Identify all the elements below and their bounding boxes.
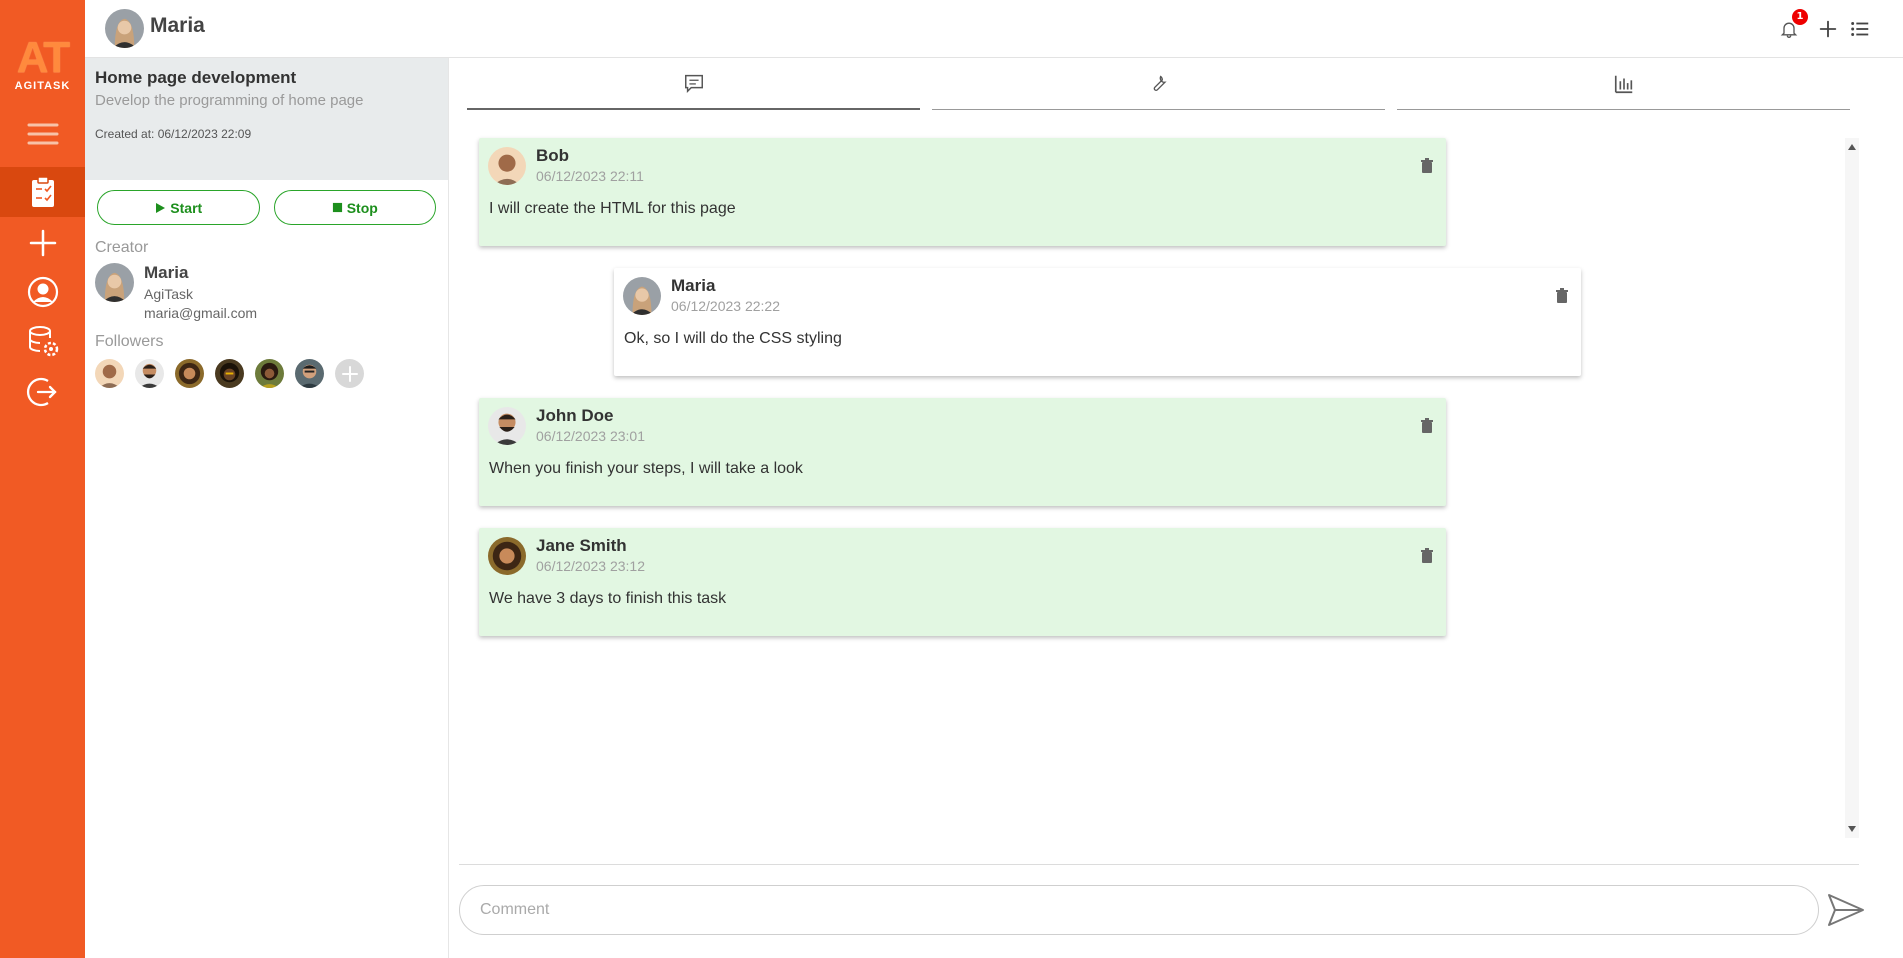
start-label: Start — [170, 199, 203, 216]
stop-icon — [332, 202, 342, 213]
left-rail: AT AGITASK — [0, 0, 85, 958]
scroll-up-icon[interactable] — [1847, 142, 1857, 152]
profile-button[interactable] — [0, 267, 85, 317]
comments-main: Bob 06/12/2023 22:11 I will create the H… — [450, 58, 1903, 958]
comment-avatar — [623, 277, 661, 315]
plus-icon — [341, 365, 358, 382]
comment-author: Bob — [536, 146, 570, 165]
comment-author: John Doe — [536, 406, 614, 425]
profile-icon — [27, 276, 58, 308]
comment-avatar — [488, 407, 526, 445]
comments-scrollbar[interactable] — [1845, 138, 1859, 838]
task-tabs — [467, 58, 1850, 110]
logout-icon — [26, 377, 57, 407]
add-task-button[interactable] — [0, 218, 85, 268]
task-title: Home page development — [95, 68, 297, 87]
comment-card: John Doe 06/12/2023 23:01 When you finis… — [479, 398, 1446, 506]
bar-chart-icon — [1614, 75, 1632, 93]
comment-input[interactable] — [459, 885, 1819, 935]
follower-avatar[interactable] — [255, 359, 284, 388]
menu-button[interactable] — [0, 110, 85, 160]
header-list-button[interactable] — [1845, 14, 1875, 44]
creator-heading: Creator — [95, 239, 149, 256]
task-panel: Home page development Develop the progra… — [85, 58, 449, 958]
comment-time: 06/12/2023 23:12 — [536, 558, 645, 574]
comment-author: Maria — [671, 276, 716, 295]
add-follower-button[interactable] — [335, 359, 364, 388]
wrench-icon — [1153, 74, 1167, 91]
tab-comments[interactable] — [467, 58, 920, 110]
task-actions: Start Stop — [85, 180, 448, 225]
creator-email: maria@gmail.com — [144, 305, 258, 321]
followers-heading: Followers — [95, 333, 164, 350]
task-description: Develop the programming of home page — [95, 92, 364, 109]
tasks-button[interactable] — [0, 167, 85, 217]
start-button[interactable]: Start — [97, 190, 260, 225]
play-icon — [156, 202, 166, 213]
comment-card: Bob 06/12/2023 22:11 I will create the H… — [479, 138, 1446, 246]
top-header: Maria 1 — [85, 0, 1903, 58]
follower-avatar[interactable] — [175, 359, 204, 388]
creator-org: AgiTask — [144, 286, 194, 302]
creator-avatar — [95, 263, 134, 302]
add-icon — [29, 229, 56, 257]
follower-avatar[interactable] — [215, 359, 244, 388]
comment-time: 06/12/2023 23:01 — [536, 428, 645, 444]
send-icon[interactable] — [1826, 892, 1866, 928]
trash-icon[interactable] — [1420, 548, 1434, 564]
logo-word: AGITASK — [14, 80, 71, 92]
comment-author: Jane Smith — [536, 536, 627, 555]
comments-list: Bob 06/12/2023 22:11 I will create the H… — [450, 138, 1860, 838]
comment-avatar — [488, 537, 526, 575]
task-summary: Home page development Develop the progra… — [85, 58, 448, 180]
tab-stats[interactable] — [1397, 58, 1850, 110]
stop-label: Stop — [346, 199, 378, 216]
tasks-icon — [31, 176, 54, 207]
comment-text: We have 3 days to finish this task — [489, 590, 727, 607]
comment-card-own: Maria 06/12/2023 22:22 Ok, so I will do … — [614, 268, 1581, 376]
creator-card: Maria AgiTask maria@gmail.com — [85, 257, 448, 321]
header-add-button[interactable] — [1813, 14, 1843, 44]
scroll-down-icon[interactable] — [1847, 824, 1857, 834]
user-avatar[interactable] — [105, 9, 144, 48]
trash-icon[interactable] — [1420, 418, 1434, 434]
logo-mark: AT — [16, 33, 70, 82]
composer-divider — [459, 864, 1859, 865]
creator-name: Maria — [144, 263, 189, 282]
tab-tools[interactable] — [932, 58, 1385, 110]
trash-icon[interactable] — [1555, 288, 1569, 304]
follower-avatar[interactable] — [135, 359, 164, 388]
database-settings-button[interactable] — [0, 316, 85, 366]
stop-button[interactable]: Stop — [273, 190, 436, 225]
comment-time: 06/12/2023 22:11 — [536, 168, 644, 184]
notifications-button[interactable]: 1 — [1774, 9, 1808, 44]
plus-icon — [1819, 20, 1837, 38]
comment-text: When you finish your steps, I will take … — [489, 460, 803, 477]
trash-icon[interactable] — [1420, 158, 1434, 174]
comment-text: Ok, so I will do the CSS styling — [624, 330, 842, 347]
app-logo[interactable]: AT AGITASK — [0, 33, 85, 93]
menu-icon — [27, 123, 58, 145]
follower-avatar[interactable] — [95, 359, 124, 388]
task-created-date: Created at: 06/12/2023 22:09 — [95, 127, 252, 141]
comment-card: Jane Smith 06/12/2023 23:12 We have 3 da… — [479, 528, 1446, 636]
comment-avatar — [488, 147, 526, 185]
list-icon — [1851, 22, 1869, 36]
followers-list — [85, 351, 448, 388]
logout-button[interactable] — [0, 367, 85, 417]
chat-icon — [684, 74, 703, 94]
follower-avatar[interactable] — [295, 359, 324, 388]
comment-time: 06/12/2023 22:22 — [671, 298, 780, 314]
database-settings-icon — [28, 326, 58, 357]
header-user-name: Maria — [150, 14, 205, 37]
comment-text: I will create the HTML for this page — [489, 200, 736, 217]
notification-badge: 1 — [1792, 9, 1808, 25]
